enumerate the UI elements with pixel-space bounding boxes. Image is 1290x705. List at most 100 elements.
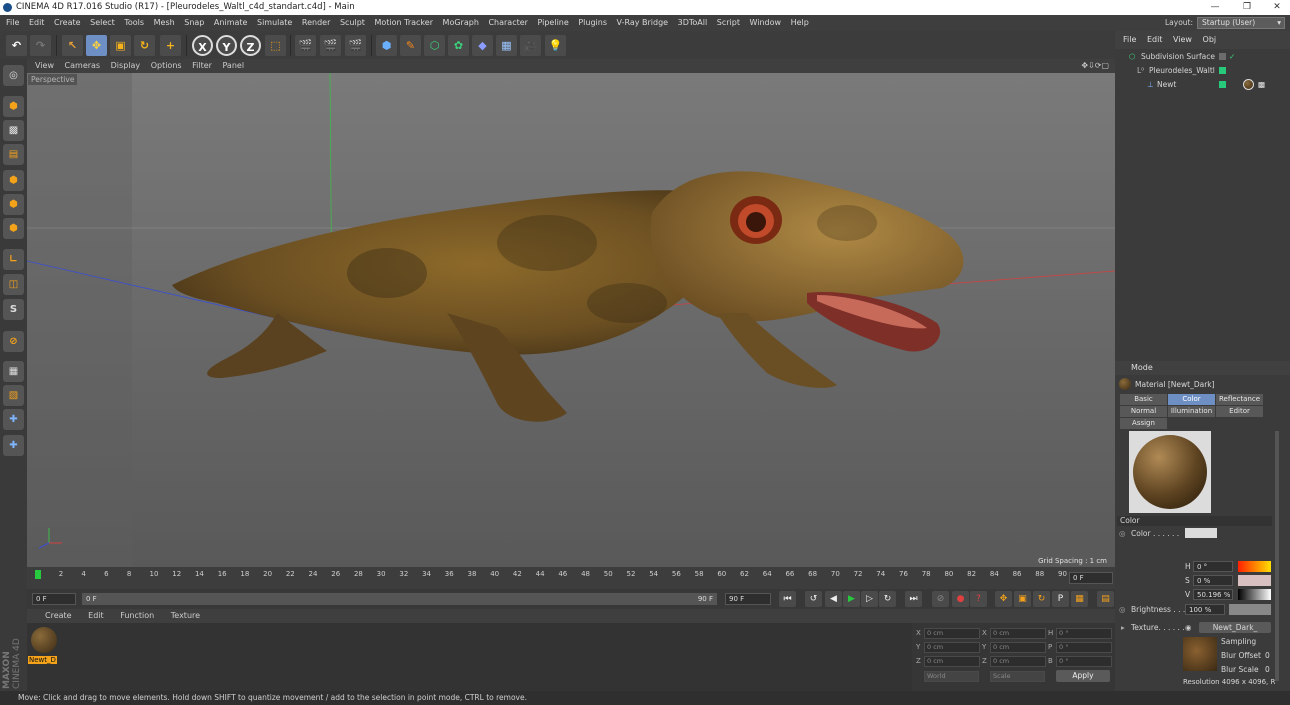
render-picture-viewer-icon[interactable]: 🎬 bbox=[320, 35, 341, 56]
layout-select[interactable]: Startup (User) ▾ bbox=[1197, 17, 1285, 29]
color-swatch[interactable] bbox=[1185, 528, 1217, 538]
brightness-enable-icon[interactable]: ◎ bbox=[1119, 605, 1126, 614]
texture-file-button[interactable]: Newt_Dark_ bbox=[1199, 622, 1271, 633]
key-parameter-icon[interactable]: P bbox=[1052, 591, 1069, 607]
redo-icon[interactable]: ↷ bbox=[30, 35, 51, 56]
3d-viewport[interactable]: Perspective Grid Spacing: 1 cm bbox=[27, 73, 1115, 567]
coord-mode-select[interactable]: World bbox=[924, 671, 979, 682]
hue-field[interactable]: 0 ° bbox=[1193, 561, 1233, 572]
visibility-dot[interactable] bbox=[1219, 81, 1226, 88]
material-swatch[interactable] bbox=[31, 627, 57, 653]
tab-editor[interactable]: Editor bbox=[1216, 406, 1263, 417]
tab-assign[interactable]: Assign bbox=[1120, 418, 1167, 429]
next-key-icon[interactable]: ↻ bbox=[879, 591, 896, 607]
select-tool-icon[interactable]: ↖ bbox=[62, 35, 83, 56]
cube-primitive-icon[interactable]: ⬢ bbox=[376, 35, 397, 56]
goto-start-icon[interactable]: ⏮ bbox=[779, 591, 796, 607]
value-field[interactable]: 50.196 % bbox=[1193, 589, 1233, 600]
hue-slider[interactable] bbox=[1238, 561, 1271, 572]
pen-spline-icon[interactable]: ✎ bbox=[400, 35, 421, 56]
end-frame-field[interactable]: 90 F bbox=[725, 593, 771, 605]
mat-menu-function[interactable]: Function bbox=[120, 611, 154, 620]
menu-create[interactable]: Create bbox=[54, 18, 81, 27]
menu-mograph[interactable]: MoGraph bbox=[443, 18, 479, 27]
menu-animate[interactable]: Animate bbox=[214, 18, 248, 27]
viewport-menu-panel[interactable]: Panel bbox=[222, 61, 244, 70]
menu-mesh[interactable]: Mesh bbox=[154, 18, 175, 27]
timeline-window-icon[interactable]: ▤ bbox=[1097, 591, 1114, 607]
start-frame-field[interactable]: 0 F bbox=[32, 593, 76, 605]
goto-end-icon[interactable]: ⏭ bbox=[905, 591, 922, 607]
rotate-tool-icon[interactable]: ↻ bbox=[134, 35, 155, 56]
rot-h-field[interactable]: 0 ° bbox=[1056, 628, 1112, 639]
blur-scale-value[interactable]: 0 bbox=[1265, 665, 1270, 674]
menu-motion-tracker[interactable]: Motion Tracker bbox=[374, 18, 433, 27]
viewport-menu-display[interactable]: Display bbox=[111, 61, 141, 70]
grid-icon[interactable]: ▦ bbox=[3, 361, 24, 382]
apply-button[interactable]: Apply bbox=[1056, 670, 1110, 682]
workplane-lock-icon[interactable]: ⊘ bbox=[3, 331, 24, 352]
rot-b-field[interactable]: 0 ° bbox=[1056, 656, 1112, 667]
minimize-button[interactable]: — bbox=[1200, 0, 1230, 15]
close-button[interactable]: ✕ bbox=[1262, 0, 1290, 15]
object-row-newt[interactable]: ⊥ Newt ▩ bbox=[1115, 78, 1290, 91]
mat-menu-edit[interactable]: Edit bbox=[88, 611, 104, 620]
y-axis-lock-button[interactable]: Y bbox=[216, 35, 237, 56]
render-view-icon[interactable]: 🎬 bbox=[295, 35, 316, 56]
menu-character[interactable]: Character bbox=[488, 18, 528, 27]
value-slider[interactable] bbox=[1238, 589, 1271, 600]
viewport-menu-filter[interactable]: Filter bbox=[192, 61, 212, 70]
floor-scene-icon[interactable]: ▦ bbox=[496, 35, 517, 56]
maximize-button[interactable]: ❐ bbox=[1232, 0, 1262, 15]
obj-menu-edit[interactable]: Edit bbox=[1147, 35, 1163, 44]
menu-script[interactable]: Script bbox=[717, 18, 740, 27]
viewport-menu-view[interactable]: View bbox=[35, 61, 54, 70]
current-frame-field[interactable]: 0 F bbox=[1069, 572, 1113, 584]
live-selection-icon[interactable]: + bbox=[160, 35, 181, 56]
menu-select[interactable]: Select bbox=[90, 18, 115, 27]
menu-sculpt[interactable]: Sculpt bbox=[340, 18, 365, 27]
prev-frame-icon[interactable]: ◀ bbox=[825, 591, 842, 607]
key-pla-icon[interactable]: ▦ bbox=[1071, 591, 1088, 607]
polygons-mode-icon[interactable]: ⬢ bbox=[3, 218, 24, 239]
coordinate-system-icon[interactable]: ⬚ bbox=[265, 35, 286, 56]
model-mode-icon[interactable]: ⬢ bbox=[3, 96, 24, 117]
size-mode-select[interactable]: Scale bbox=[990, 671, 1045, 682]
menu-vray-bridge[interactable]: V-Ray Bridge bbox=[617, 18, 669, 27]
points-mode-icon[interactable]: ⬢ bbox=[3, 170, 24, 191]
menu-plugins[interactable]: Plugins bbox=[578, 18, 607, 27]
edges-mode-icon[interactable]: ⬢ bbox=[3, 194, 24, 215]
menu-file[interactable]: File bbox=[6, 18, 19, 27]
obj-menu-objects[interactable]: Obj bbox=[1203, 35, 1217, 44]
axis-mode-icon[interactable]: ∟ bbox=[3, 249, 24, 270]
blur-offset-value[interactable]: 0 bbox=[1265, 651, 1270, 660]
pos-y-field[interactable]: 0 cm bbox=[924, 642, 980, 653]
brightness-field[interactable]: 100 % bbox=[1185, 604, 1225, 615]
material-tag-icon[interactable] bbox=[1243, 79, 1254, 90]
key-position-icon[interactable]: ✥ bbox=[995, 591, 1012, 607]
snapping-icon[interactable]: S bbox=[3, 299, 24, 320]
menu-edit[interactable]: Edit bbox=[29, 18, 45, 27]
key-scale-icon[interactable]: ▣ bbox=[1014, 591, 1031, 607]
saturation-slider[interactable] bbox=[1238, 575, 1271, 586]
menu-snap[interactable]: Snap bbox=[184, 18, 204, 27]
obj-menu-file[interactable]: File bbox=[1123, 35, 1136, 44]
brightness-slider[interactable] bbox=[1229, 604, 1271, 615]
deformer-icon[interactable]: ◆ bbox=[472, 35, 493, 56]
size-x-field[interactable]: 0 cm bbox=[990, 628, 1046, 639]
x-axis-lock-button[interactable]: X bbox=[192, 35, 213, 56]
mat-menu-texture[interactable]: Texture bbox=[171, 611, 200, 620]
color-enable-icon[interactable]: ◎ bbox=[1119, 529, 1126, 538]
next-frame-icon[interactable]: ▷ bbox=[861, 591, 878, 607]
pos-x-field[interactable]: 0 cm bbox=[924, 628, 980, 639]
record-keys-icon[interactable]: ⊘ bbox=[932, 591, 949, 607]
obj-menu-view[interactable]: View bbox=[1173, 35, 1192, 44]
render-settings-icon[interactable]: 🎬 bbox=[345, 35, 366, 56]
tab-illumination[interactable]: Illumination bbox=[1168, 406, 1215, 417]
menu-tools[interactable]: Tools bbox=[124, 18, 144, 27]
attribute-scrollbar[interactable] bbox=[1275, 431, 1279, 681]
camera-icon[interactable]: 🎥 bbox=[520, 35, 541, 56]
viewport-nav-icons[interactable]: ✥⇩⟳▢ bbox=[1081, 59, 1109, 73]
light-icon[interactable]: 💡 bbox=[545, 35, 566, 56]
texture-expand-icon[interactable]: ▸ bbox=[1121, 623, 1125, 632]
